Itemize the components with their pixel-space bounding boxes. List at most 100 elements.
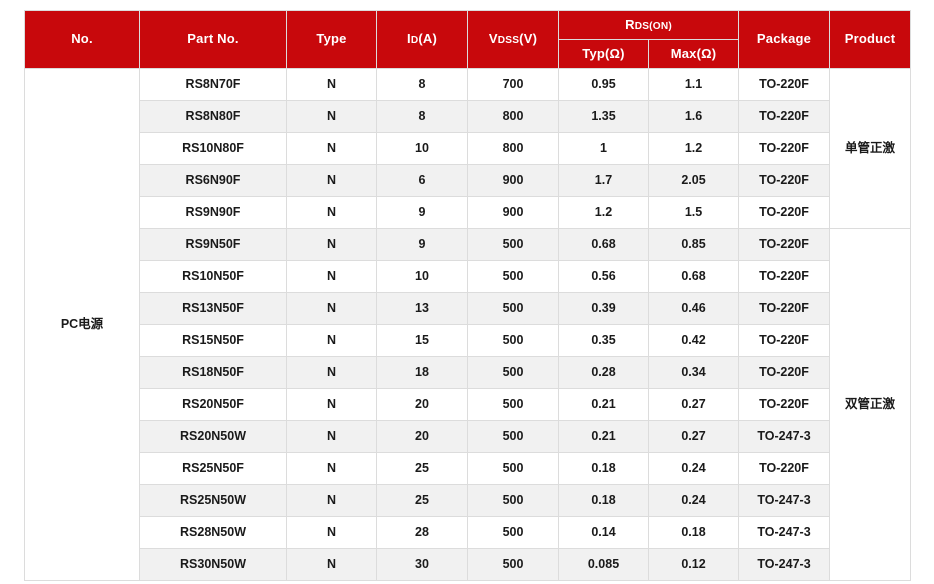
col-header-product: Product <box>829 10 912 69</box>
cell-package: TO-247-3 <box>738 420 831 453</box>
col-header-id: ID(A) <box>376 10 468 69</box>
header-row-top: No. Part No. Type ID(A) VDSS(V) RDS(ON) … <box>24 10 912 69</box>
cell-type: N <box>286 100 377 133</box>
cell-id: 18 <box>376 356 468 389</box>
cell-type: N <box>286 548 377 581</box>
cell-product-group: 单管正激 <box>829 68 912 229</box>
table-row: RS28N50W N 28 500 0.14 0.18 TO-247-3 <box>25 516 911 549</box>
vdss-main: V <box>488 31 498 47</box>
cell-type: N <box>286 132 377 165</box>
col-header-vdss: VDSS(V) <box>467 10 559 69</box>
id-unit: (A) <box>418 31 437 47</box>
cell-part-no: RS6N90F <box>139 164 287 197</box>
cell-id: 9 <box>376 196 468 229</box>
table-row: RS8N80F N 8 800 1.35 1.6 TO-220F <box>25 100 911 133</box>
cell-part-no: RS25N50F <box>139 452 287 485</box>
cell-typ: 0.28 <box>558 356 649 389</box>
cell-max: 0.46 <box>647 292 740 325</box>
cell-part-no: RS25N50W <box>139 484 287 517</box>
cell-vdss: 500 <box>467 420 559 453</box>
cell-id: 25 <box>376 452 468 485</box>
cell-typ: 0.21 <box>558 388 649 421</box>
table-row: RS25N50F N 25 500 0.18 0.24 TO-220F <box>25 452 911 485</box>
cell-package: TO-220F <box>738 164 831 197</box>
cell-typ: 0.18 <box>558 484 649 517</box>
cell-typ: 1.2 <box>558 196 649 229</box>
cell-part-no: RS20N50W <box>139 420 287 453</box>
cell-id: 8 <box>376 68 468 101</box>
cell-vdss: 500 <box>467 228 559 261</box>
col-header-typ: Typ(Ω) <box>558 39 649 69</box>
cell-type: N <box>286 228 377 261</box>
cell-type: N <box>286 452 377 485</box>
cell-vdss: 700 <box>467 68 559 101</box>
spec-sheet: No. Part No. Type ID(A) VDSS(V) RDS(ON) … <box>0 0 934 584</box>
cell-part-no: RS15N50F <box>139 324 287 357</box>
cell-id: 10 <box>376 260 468 293</box>
cell-id: 13 <box>376 292 468 325</box>
cell-vdss: 900 <box>467 164 559 197</box>
cell-max: 1.2 <box>647 132 740 165</box>
cell-package: TO-220F <box>738 100 831 133</box>
cell-id: 9 <box>376 228 468 261</box>
cell-type: N <box>286 196 377 229</box>
cell-type: N <box>286 260 377 293</box>
cell-typ: 0.56 <box>558 260 649 293</box>
col-header-rdson: RDS(ON) <box>557 10 740 40</box>
cell-vdss: 500 <box>467 484 559 517</box>
table-row: RS9N50F N 9 500 0.68 0.85 TO-220F 双管正激 <box>25 228 912 581</box>
cell-id: 20 <box>376 420 468 453</box>
cell-max: 0.12 <box>647 548 740 581</box>
table-row: RS18N50F N 18 500 0.28 0.34 TO-220F <box>25 356 911 389</box>
cell-part-no: RS18N50F <box>139 356 287 389</box>
cell-type: N <box>286 420 377 453</box>
col-header-part-no: Part No. <box>139 10 287 69</box>
table-row: PC电源 RS8N70F N 8 700 0.95 1.1 TO-220F 单管正激 <box>24 68 912 581</box>
col-header-package: Package <box>738 10 831 69</box>
cell-typ: 1.7 <box>558 164 649 197</box>
cell-part-no: RS9N50F <box>139 228 287 261</box>
table-row: RS10N50F N 10 500 0.56 0.68 TO-220F <box>25 260 911 293</box>
cell-max: 1.1 <box>647 68 740 101</box>
cell-max: 0.27 <box>647 388 740 421</box>
table-row: RS6N90F N 6 900 1.7 2.05 TO-220F <box>25 164 911 197</box>
cell-part-no: RS9N90F <box>139 196 287 229</box>
cell-vdss: 500 <box>467 516 559 549</box>
cell-product-group: 双管正激 <box>829 228 912 581</box>
cell-vdss: 500 <box>467 452 559 485</box>
cell-typ: 1.35 <box>558 100 649 133</box>
cell-typ: 0.68 <box>558 228 649 261</box>
cell-part-no: RS20N50F <box>139 388 287 421</box>
cell-typ: 0.18 <box>558 452 649 485</box>
table-body: PC电源 RS8N70F N 8 700 0.95 1.1 TO-220F 单管正激 RS8N80… <box>24 68 912 581</box>
cell-part-no: RS13N50F <box>139 292 287 325</box>
cell-part-no: RS10N50F <box>139 260 287 293</box>
cell-vdss: 500 <box>467 260 559 293</box>
cell-package: TO-247-3 <box>738 484 831 517</box>
col-header-type: Type <box>286 10 377 69</box>
rdson-sub: DS(ON) <box>634 20 672 32</box>
cell-max: 0.42 <box>647 324 740 357</box>
col-header-max: Max(Ω) <box>647 39 740 69</box>
cell-package: TO-220F <box>738 292 831 325</box>
cell-id: 8 <box>376 100 468 133</box>
cell-max: 0.68 <box>647 260 740 293</box>
cell-id: 6 <box>376 164 468 197</box>
cell-package: TO-220F <box>738 196 831 229</box>
table-row: RS15N50F N 15 500 0.35 0.42 TO-220F <box>25 324 911 357</box>
cell-part-no: RS8N70F <box>139 68 287 101</box>
vdss-sub: DSS <box>497 35 520 47</box>
cell-typ: 0.21 <box>558 420 649 453</box>
cell-max: 0.34 <box>647 356 740 389</box>
cell-typ: 0.35 <box>558 324 649 357</box>
cell-part-no: RS30N50W <box>139 548 287 581</box>
table-row: RS9N90F N 9 900 1.2 1.5 TO-220F <box>25 196 911 229</box>
cell-id: 28 <box>376 516 468 549</box>
cell-max: 0.18 <box>647 516 740 549</box>
cell-package: TO-220F <box>738 68 831 101</box>
cell-max: 1.6 <box>647 100 740 133</box>
cell-package: TO-247-3 <box>738 548 831 581</box>
cell-vdss: 800 <box>467 100 559 133</box>
col-header-no: No. <box>24 10 140 69</box>
cell-id: 20 <box>376 388 468 421</box>
